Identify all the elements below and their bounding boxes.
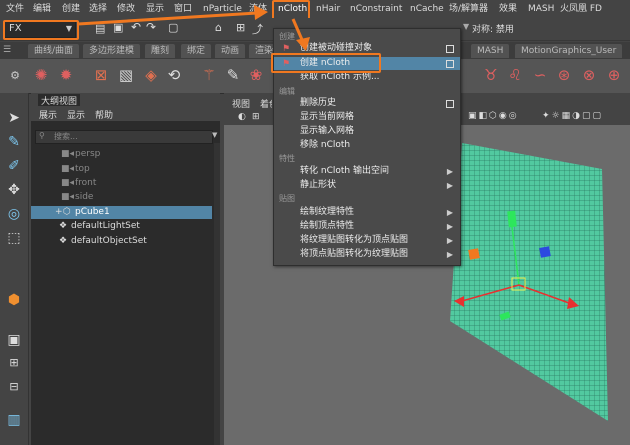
arrow-mode-to-menu — [77, 11, 259, 26]
annotation-arrows — [77, 5, 310, 51]
